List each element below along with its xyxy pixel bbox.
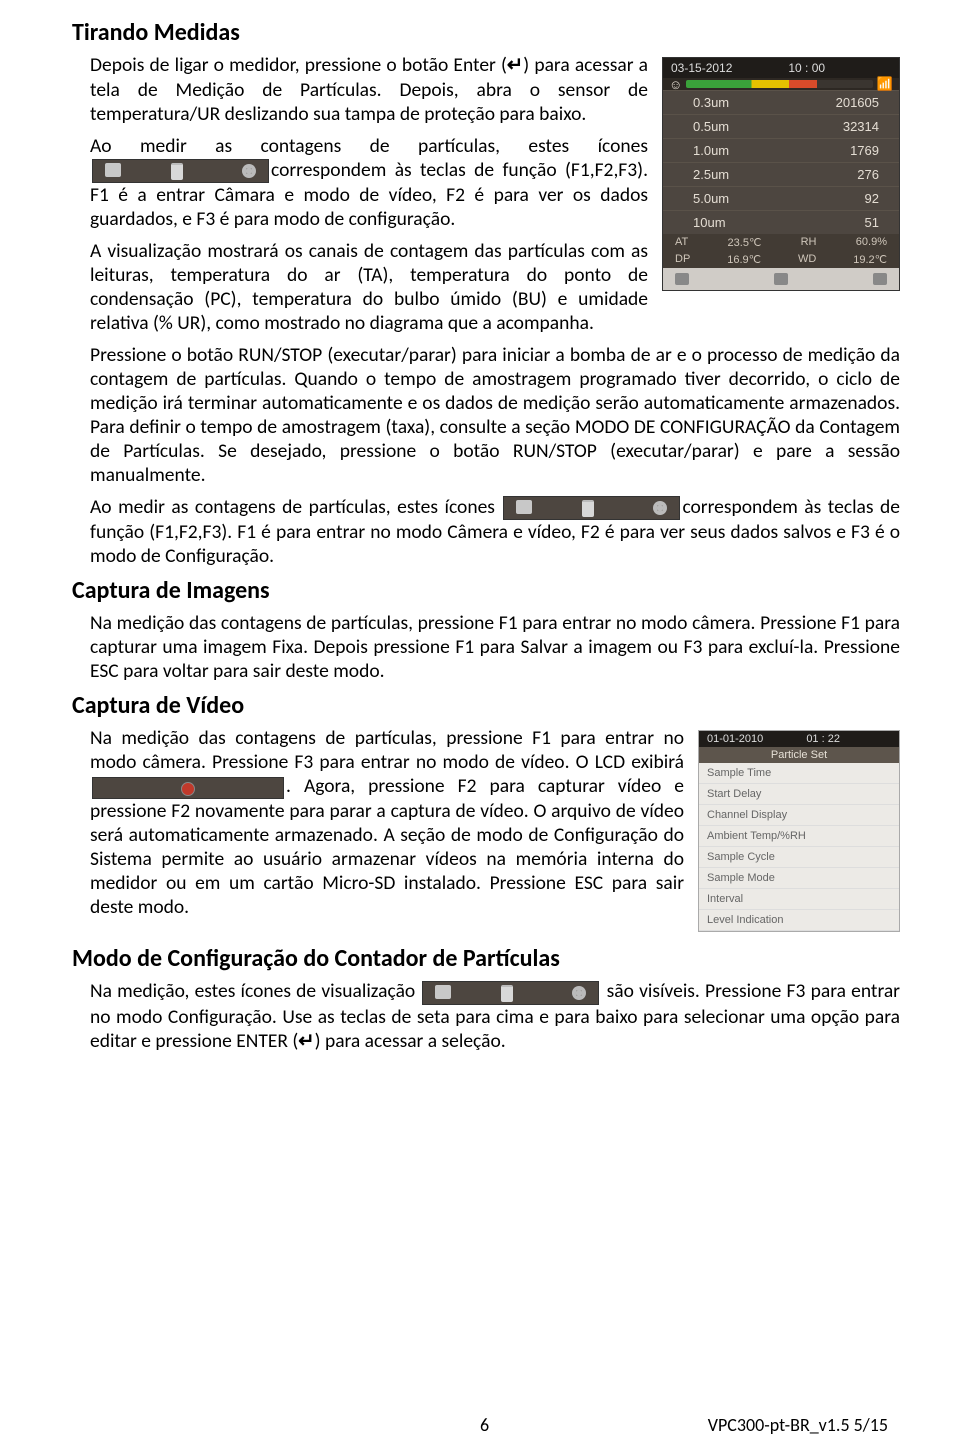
shot1-count-4: 92 <box>865 191 879 206</box>
function-icon-bar <box>92 159 269 183</box>
shot2-item-3: Ambient Temp/%RH <box>699 826 899 847</box>
save-icon <box>774 273 788 285</box>
shot1-time: 10 : 00 <box>788 61 825 75</box>
page-number: 6 <box>480 1414 489 1436</box>
shot1-count-2: 1769 <box>850 143 879 158</box>
gear-icon <box>873 273 887 285</box>
shot2-item-7: Level Indication <box>699 910 899 931</box>
config-p1a: Na medição, estes ícones de visualização <box>90 979 420 1003</box>
tirando-p4: Pressione o botão RUN/STOP (executar/par… <box>90 343 900 487</box>
shot1-size-5: 10um <box>693 215 726 230</box>
shot2-header: Particle Set <box>699 747 899 763</box>
video-p1a: Na medição das contagens de partículas, … <box>90 726 684 774</box>
tirando-p5a: Ao medir as contagens de partículas, est… <box>90 495 501 519</box>
imagens-p1: Na medição das contagens de partículas, … <box>90 611 900 683</box>
tirando-p2a: Ao medir as contagens de partículas, est… <box>90 134 648 158</box>
shot2-time: 01 : 22 <box>806 733 840 745</box>
tirando-p1a: Depois de ligar o medidor, pressione o b… <box>90 53 507 77</box>
shot2-item-2: Channel Display <box>699 805 899 826</box>
shot1-size-4: 5.0um <box>693 191 729 206</box>
shot1-at-label: AT <box>675 236 688 249</box>
tirando-p5: Ao medir as contagens de partículas, est… <box>90 495 900 568</box>
doc-revision: VPC300-pt-BR_v1.5 5/15 <box>708 1414 888 1436</box>
shot1-count-5: 51 <box>865 215 879 230</box>
function-icon-bar <box>503 496 680 520</box>
shot1-size-3: 2.5um <box>693 167 729 182</box>
shot1-count-3: 276 <box>857 167 879 182</box>
shot1-at-val: 23.5℃ <box>728 236 762 249</box>
heading-imagens: Captura de Imagens <box>72 576 900 605</box>
record-icon-bar <box>92 777 284 799</box>
shot2-item-6: Interval <box>699 889 899 910</box>
shot1-count-1: 32314 <box>843 119 879 134</box>
shot2-item-5: Sample Mode <box>699 868 899 889</box>
shot1-wd-label: WD <box>798 253 816 266</box>
shot1-count-0: 201605 <box>836 95 879 110</box>
device-screenshot-settings: 01-01-2010 01 : 22 Particle Set Sample T… <box>698 730 900 932</box>
function-icon-bar <box>422 981 599 1005</box>
shot1-dp-val: 16.9℃ <box>727 253 761 266</box>
shot1-size-1: 0.5um <box>693 119 729 134</box>
shot1-dp-label: DP <box>675 253 690 266</box>
heading-tirando: Tirando Medidas <box>72 18 900 47</box>
shot1-date: 03-15-2012 <box>671 61 732 75</box>
shot1-size-2: 1.0um <box>693 143 729 158</box>
shot2-item-0: Sample Time <box>699 763 899 784</box>
shot1-wd-val: 19.2℃ <box>853 253 887 266</box>
enter-icon: ↵ <box>507 54 523 78</box>
shot2-item-4: Sample Cycle <box>699 847 899 868</box>
shot2-item-1: Start Delay <box>699 784 899 805</box>
heading-config: Modo de Configuração do Contador de Part… <box>72 944 900 973</box>
shot1-rh-val: 60.9% <box>856 236 887 249</box>
device-screenshot-measure: 03-15-2012 10 : 00 ☺📶 0.3um201605 0.5um3… <box>662 57 900 291</box>
config-p1c: ) para acessar a seleção. <box>315 1029 506 1053</box>
enter-icon: ↵ <box>298 1030 314 1054</box>
config-p1: Na medição, estes ícones de visualização… <box>90 979 900 1053</box>
heading-video: Captura de Vídeo <box>72 691 900 720</box>
camera-icon <box>675 273 689 285</box>
shot2-date: 01-01-2010 <box>707 733 763 745</box>
shot1-rh-label: RH <box>801 236 817 249</box>
shot1-size-0: 0.3um <box>693 95 729 110</box>
